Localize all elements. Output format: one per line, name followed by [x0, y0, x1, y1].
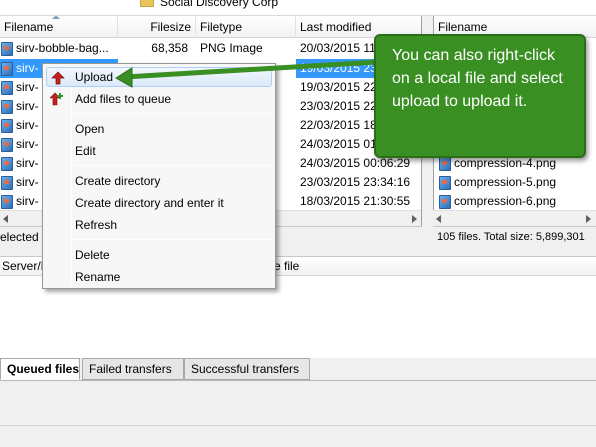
- callout-text: You can also right-click on a local file…: [392, 47, 563, 110]
- remote-file-name: compression-5.png: [454, 175, 557, 189]
- context-menu: Upload Add files to queue Open Edit Crea…: [42, 63, 276, 289]
- menu-item-label: Edit: [75, 144, 96, 158]
- file-name: sirv-: [16, 118, 39, 132]
- remote-file-name: compression-6.png: [454, 194, 557, 208]
- tree-folder-item[interactable]: Social Discovery Corp: [140, 0, 278, 9]
- menu-separator: [74, 113, 272, 114]
- png-file-icon: [1, 80, 13, 95]
- menu-item-label: Open: [75, 122, 105, 136]
- png-file-icon: [1, 137, 13, 152]
- column-filetype[interactable]: Filetype: [196, 16, 296, 38]
- file-modified: 23/03/2015 23:34:16: [300, 175, 411, 189]
- menu-item-edit[interactable]: Edit: [46, 141, 272, 161]
- menu-item-label: Refresh: [75, 218, 118, 232]
- menu-item-label: Create directory and enter it: [75, 196, 224, 210]
- menu-item-label: Delete: [75, 248, 110, 262]
- menu-item-label: Rename: [75, 270, 121, 284]
- queue-tabs: Queued files Failed transfers Successful…: [0, 358, 596, 380]
- sort-ascending-icon: [52, 16, 60, 19]
- list-item[interactable]: compression-5.png: [438, 173, 556, 192]
- scroll-left-icon[interactable]: [436, 215, 441, 223]
- png-file-icon: [439, 194, 451, 209]
- tab-successful-transfers[interactable]: Successful transfers: [184, 358, 310, 380]
- menu-item-create-directory[interactable]: Create directory: [46, 171, 272, 191]
- status-bar: [0, 425, 596, 447]
- scroll-right-icon[interactable]: [586, 215, 591, 223]
- scroll-right-icon[interactable]: [412, 215, 417, 223]
- png-file-icon: [1, 99, 13, 114]
- list-item[interactable]: compression-6.png: [438, 192, 556, 211]
- png-file-icon: [439, 156, 451, 171]
- tip-callout: You can also right-click on a local file…: [374, 34, 586, 158]
- menu-item-upload[interactable]: Upload: [46, 67, 272, 87]
- remote-tree-strip: Social Discovery Corp: [0, 0, 596, 16]
- png-file-icon: [439, 175, 451, 190]
- menu-item-open[interactable]: Open: [46, 119, 272, 139]
- menu-separator: [74, 239, 272, 240]
- png-file-icon: [1, 194, 13, 209]
- png-file-icon: [1, 156, 13, 171]
- menu-separator: [74, 165, 272, 166]
- file-name: sirv-: [16, 99, 39, 113]
- png-file-icon: [1, 61, 13, 76]
- menu-item-delete[interactable]: Delete: [46, 245, 272, 265]
- tab-queued-files[interactable]: Queued files: [0, 358, 80, 380]
- menu-item-rename[interactable]: Rename: [46, 267, 272, 287]
- remote-horizontal-scrollbar[interactable]: [433, 210, 596, 226]
- remote-status-text: 105 files. Total size: 5,899,301: [437, 231, 585, 243]
- file-name: sirv-: [16, 156, 39, 170]
- remote-status-bar: 105 files. Total size: 5,899,301: [433, 226, 596, 246]
- file-size: 68,358: [151, 41, 188, 55]
- menu-item-add-to-queue[interactable]: Add files to queue: [46, 89, 272, 109]
- file-name: sirv-: [16, 80, 39, 94]
- file-name: sirv-: [16, 175, 39, 189]
- file-name: sirv-bobble-bag...: [16, 41, 109, 55]
- file-type: PNG Image: [200, 41, 263, 55]
- png-file-icon: [1, 118, 13, 133]
- file-name: sirv-: [16, 137, 39, 151]
- column-filesize[interactable]: Filesize: [118, 16, 196, 38]
- png-file-icon: [1, 41, 13, 56]
- menu-item-label: Add files to queue: [75, 92, 172, 106]
- local-status-text: elected: [0, 230, 39, 244]
- menu-item-label: Upload: [75, 70, 114, 84]
- queue-column-remote-file[interactable]: e file: [272, 257, 392, 277]
- tab-failed-transfers[interactable]: Failed transfers: [82, 358, 184, 380]
- table-row[interactable]: sirv-bobble-bag... 68,358 PNG Image 20/0…: [0, 39, 421, 58]
- column-filename[interactable]: Filename: [0, 16, 118, 38]
- scroll-left-icon[interactable]: [3, 215, 8, 223]
- menu-item-refresh[interactable]: Refresh: [46, 215, 272, 235]
- png-file-icon: [1, 175, 13, 190]
- menu-item-label: Create directory: [75, 174, 161, 188]
- file-modified: 18/03/2015 21:30:55: [300, 194, 411, 208]
- menu-item-create-directory-enter[interactable]: Create directory and enter it: [46, 193, 272, 213]
- upload-arrow-icon: [51, 71, 65, 85]
- file-name: sirv-: [16, 194, 39, 208]
- tree-folder-label: Social Discovery Corp: [160, 0, 279, 9]
- add-to-queue-icon: [50, 92, 63, 106]
- local-list-header: Filename Filesize Filetype Last modified: [0, 16, 421, 38]
- folder-icon: [140, 0, 154, 7]
- file-name: sirv-: [16, 61, 39, 75]
